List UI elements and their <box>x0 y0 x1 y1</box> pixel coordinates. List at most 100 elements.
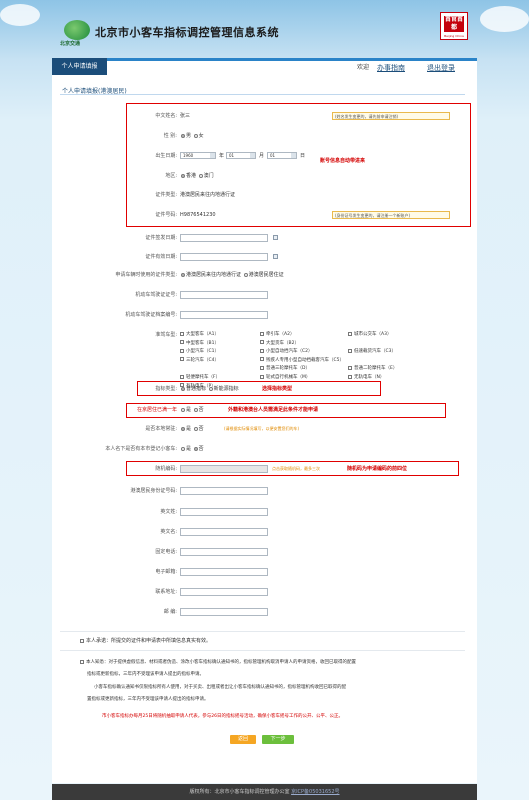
vehicle-type-label: 大型货车（B2） <box>266 340 299 346</box>
driver-archive-label: 机动车驾驶证档案编号: <box>125 312 177 318</box>
expire-date-input[interactable] <box>180 253 268 261</box>
birth-year-unit: 年 <box>219 153 225 159</box>
logout-link[interactable]: 退出登录 <box>427 62 455 74</box>
region-label: 地区: <box>165 173 177 179</box>
calendar-icon[interactable] <box>273 254 278 259</box>
region-macau-label: 澳门 <box>203 173 214 179</box>
cert-no-note: (身份证号发生变更的，请注册一个新账户) <box>332 211 450 219</box>
indicator-normal-label: 普通指标 <box>186 386 207 392</box>
declaration-2-checkbox[interactable] <box>80 659 84 664</box>
vehicle-type-label: 大型客车（A1） <box>186 332 219 337</box>
local-yes-radio[interactable] <box>181 426 185 431</box>
own-car-label: 本人名下是否有本市登记小客车: <box>105 446 177 452</box>
en-first-input[interactable] <box>180 528 268 536</box>
hk-id-input[interactable] <box>180 487 268 495</box>
vehicle-type-checkbox[interactable] <box>180 348 184 353</box>
vehicle-type-option[interactable]: 普通二轮摩托车（E） <box>348 365 397 373</box>
gender-radio-group: 男 女 <box>180 132 204 140</box>
driver-archive-input[interactable] <box>180 311 268 319</box>
tab-personal-application[interactable]: 个人申请填报 <box>52 58 107 75</box>
region-macau-radio[interactable] <box>198 173 203 178</box>
resident-opt1-radio[interactable] <box>181 272 185 277</box>
footer-copyright: 版权所有：北京市小客车指标调控管理办公室 <box>189 789 292 795</box>
vehicle-type-checkbox[interactable] <box>180 357 184 362</box>
vehicle-type-checkbox[interactable] <box>348 348 352 353</box>
phone-input[interactable] <box>180 548 268 556</box>
vehicle-type-option[interactable]: 牵引车（A2） <box>260 331 294 339</box>
vehicle-type-checkbox[interactable] <box>260 357 264 362</box>
vehicle-type-checkbox[interactable] <box>260 331 264 336</box>
address-input[interactable] <box>180 588 268 596</box>
local-no-radio[interactable] <box>193 426 198 431</box>
vehicle-type-option[interactable]: 低速载货汽车（C3） <box>348 348 396 356</box>
vehicle-type-option[interactable]: 小型自动挡汽车（C2） <box>260 348 313 356</box>
vehicle-type-checkbox[interactable] <box>180 340 184 345</box>
vehicle-type-option[interactable]: 城市公交车（A3） <box>348 331 391 339</box>
vehicle-type-checkbox[interactable] <box>260 365 264 370</box>
region-hk-radio[interactable] <box>181 173 185 178</box>
birth-year-select[interactable]: 1960 <box>180 152 216 159</box>
live-yes-radio[interactable] <box>181 407 185 412</box>
own-yes-radio[interactable] <box>181 446 185 451</box>
vehicle-type-label: 无轨电车（N） <box>354 375 385 380</box>
issue-date-input[interactable] <box>180 234 268 242</box>
welcome-text: 欢迎 <box>357 64 370 71</box>
back-button[interactable]: 返回 <box>230 735 256 744</box>
live-year-label: 在京居住已满一年 <box>136 407 177 413</box>
vehicle-type-checkbox[interactable] <box>260 348 264 353</box>
gender-female-radio[interactable] <box>193 133 198 138</box>
vehicle-type-option[interactable]: 大型客车（A1） <box>180 331 219 339</box>
name-value: 张三 <box>180 113 191 119</box>
vehicle-type-checkbox[interactable] <box>348 365 352 370</box>
indicator-normal-radio[interactable] <box>181 386 185 391</box>
chevron-down-icon <box>250 153 255 158</box>
vehicle-type-checkbox[interactable] <box>180 374 184 379</box>
vehicle-type-checkbox[interactable] <box>260 374 264 379</box>
random-code-label: 随机编码: <box>155 466 177 472</box>
vehicle-type-label: 轻便摩托车（F） <box>186 375 221 380</box>
expire-date-label: 证件有效日期: <box>145 254 177 260</box>
birth-day-select[interactable]: 01 <box>267 152 297 159</box>
vehicle-type-option[interactable]: 普通三轮摩托车（D） <box>260 365 310 373</box>
vehicle-type-checkbox[interactable] <box>180 331 184 336</box>
indicator-new-energy-radio[interactable] <box>208 386 213 391</box>
next-button[interactable]: 下一步 <box>262 735 294 744</box>
icp-link[interactable]: 京ICP备05031652号 <box>291 789 339 795</box>
indicator-new-energy-label: 新能源指标 <box>213 386 239 392</box>
declaration-1-checkbox[interactable] <box>80 638 84 643</box>
cert-no-value: H9876541230 <box>180 212 216 218</box>
cert-no-label: 证件号码: <box>155 212 177 218</box>
vehicle-type-checkbox[interactable] <box>348 374 352 379</box>
vehicle-type-label: 城市公交车（A3） <box>354 332 392 337</box>
resident-cert-label: 申请车辆时使用的证件类型: <box>115 272 177 278</box>
vehicle-type-option[interactable]: 中型客车（B1） <box>180 340 219 348</box>
vehicle-type-checkbox[interactable] <box>260 340 264 345</box>
vehicle-type-option[interactable]: 三轮汽车（C4） <box>180 357 219 365</box>
own-no-radio[interactable] <box>193 446 198 451</box>
guide-link[interactable]: 办事指南 <box>377 62 405 74</box>
draw-notice: 市小客车指标办每月25日将随机抽取申请人代表，参与26日的指标摇号活动，确保小客… <box>102 714 343 719</box>
calendar-icon[interactable] <box>273 235 278 240</box>
resident-opt2-radio[interactable] <box>243 272 248 277</box>
random-code-input[interactable] <box>180 465 268 473</box>
vehicle-type-option[interactable]: 残疾人专用小型自动挡载客汽车（C5） <box>260 357 344 365</box>
email-input[interactable] <box>180 568 268 576</box>
birth-month-select[interactable]: 01 <box>226 152 256 159</box>
en-last-input[interactable] <box>180 508 268 516</box>
vehicle-type-label: 轮式自行机械车（M） <box>266 375 311 380</box>
birth-month-unit: 月 <box>259 153 265 159</box>
live-no-label: 否 <box>198 407 204 413</box>
driver-license-input[interactable] <box>180 291 268 299</box>
main-content: 个人申请填报(港澳居民) 账号信息自动带进来 中文姓名: 张三 (姓名发生变更的… <box>52 75 477 783</box>
vehicle-type-checkbox[interactable] <box>348 331 352 336</box>
chevron-down-icon <box>210 153 215 158</box>
beijing-seal-icon: 首官首都 Beijing China <box>440 12 468 40</box>
vehicle-type-option[interactable]: 小型汽车（C1） <box>180 348 219 356</box>
logo-text: 北京交通 <box>60 41 81 47</box>
live-no-radio[interactable] <box>193 407 198 412</box>
vehicle-type-option[interactable]: 大型货车（B2） <box>260 340 299 348</box>
vehicle-type-label: 小型汽车（C1） <box>186 349 220 355</box>
zip-input[interactable] <box>180 608 268 616</box>
gender-male-radio[interactable] <box>181 133 185 138</box>
local-label: 是否本地常驻: <box>145 426 177 432</box>
